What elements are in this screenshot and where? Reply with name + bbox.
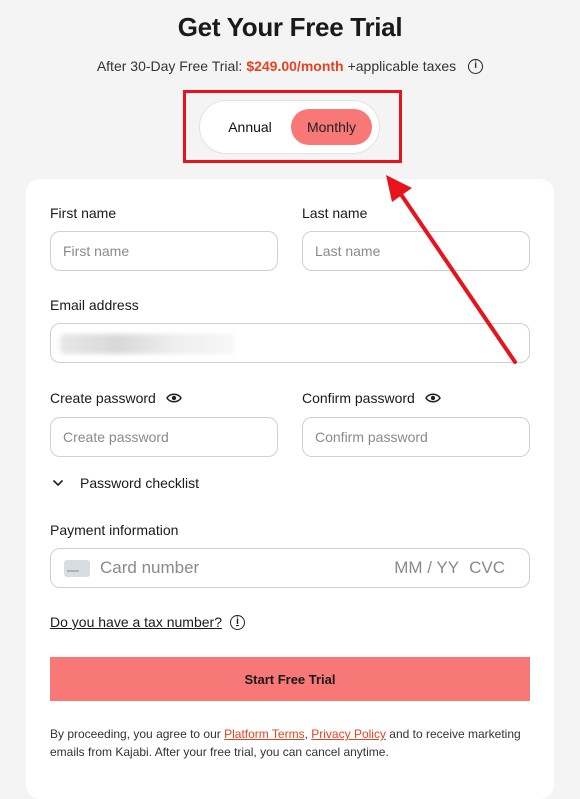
annotation-arrow [386, 175, 517, 364]
